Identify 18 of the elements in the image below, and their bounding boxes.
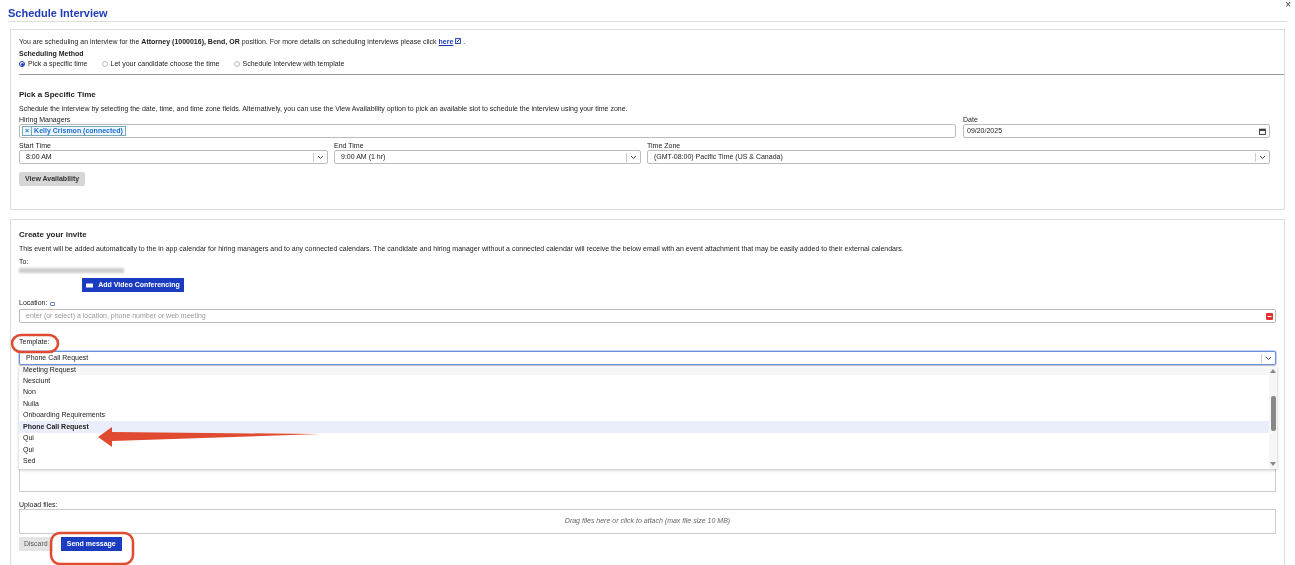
dialog-title: Schedule Interview xyxy=(8,6,108,21)
minus-square-icon xyxy=(1266,312,1273,320)
scrollbar-thumb[interactable] xyxy=(1270,396,1276,431)
chevron-down-icon xyxy=(317,154,324,160)
calendar-icon xyxy=(1259,127,1266,135)
chevron-down-icon xyxy=(1259,154,1266,160)
section-heading: Pick a Specific Time xyxy=(19,89,97,99)
chevron-down-icon xyxy=(630,154,637,160)
info-icon xyxy=(50,301,56,306)
scroll-down-icon xyxy=(1270,462,1276,466)
external-link-icon xyxy=(455,38,462,44)
close-button[interactable]: × xyxy=(1285,0,1291,10)
scroll-up-icon xyxy=(1270,369,1276,373)
section-heading: Create your invite xyxy=(19,229,88,239)
radio-button[interactable] xyxy=(19,61,25,67)
chevron-down-icon xyxy=(1265,355,1272,361)
scrollbar[interactable] xyxy=(1269,366,1277,469)
video-icon xyxy=(86,282,94,288)
